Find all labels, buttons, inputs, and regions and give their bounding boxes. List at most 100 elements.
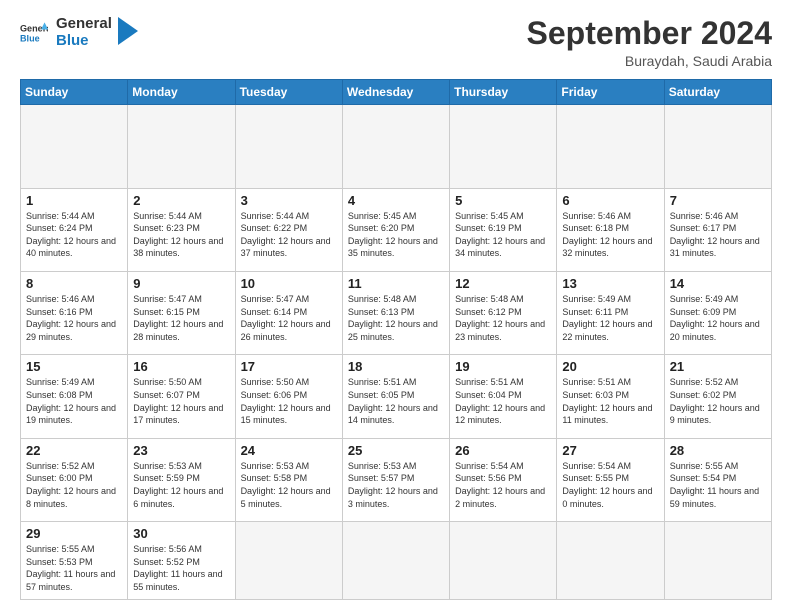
table-row (342, 105, 449, 188)
table-row: 18Sunrise: 5:51 AMSunset: 6:05 PMDayligh… (342, 355, 449, 438)
table-row: 5 Sunrise: 5:45 AMSunset: 6:19 PMDaylight… (450, 188, 557, 271)
cell-info: Sunrise: 5:50 AMSunset: 6:06 PMDaylight:… (241, 376, 337, 426)
day-number: 19 (455, 359, 551, 374)
table-row: 6 Sunrise: 5:46 AMSunset: 6:18 PMDaylight… (557, 188, 664, 271)
table-row (128, 105, 235, 188)
day-number: 22 (26, 443, 122, 458)
logo-blue: Blue (56, 33, 112, 50)
cell-info: Sunrise: 5:53 AMSunset: 5:57 PMDaylight:… (348, 460, 444, 510)
cell-info: Sunrise: 5:51 AMSunset: 6:05 PMDaylight:… (348, 376, 444, 426)
cell-info: Sunrise: 5:55 AMSunset: 5:54 PMDaylight:… (670, 460, 766, 510)
table-row: 17 Sunrise: 5:50 AMSunset: 6:06 PMDayligh… (235, 355, 342, 438)
logo: General Blue General Blue (20, 16, 138, 49)
col-friday: Friday (557, 80, 664, 105)
logo-general: General (56, 16, 112, 33)
day-number: 14 (670, 276, 766, 291)
table-row: 14 Sunrise: 5:49 AMSunset: 6:09 PMDayligh… (664, 272, 771, 355)
cell-info: Sunrise: 5:48 AMSunset: 6:12 PMDaylight:… (455, 293, 551, 343)
cell-info: Sunrise: 5:49 AMSunset: 6:09 PMDaylight:… (670, 293, 766, 343)
table-row: 26 Sunrise: 5:54 AMSunset: 5:56 PMDayligh… (450, 438, 557, 521)
cell-info: Sunrise: 5:53 AMSunset: 5:59 PMDaylight:… (133, 460, 229, 510)
table-row: 2Sunrise: 5:44 AMSunset: 6:23 PMDaylight… (128, 188, 235, 271)
col-sunday: Sunday (21, 80, 128, 105)
day-number: 9 (133, 276, 229, 291)
table-row: 23 Sunrise: 5:53 AMSunset: 5:59 PMDayligh… (128, 438, 235, 521)
cell-info: Sunrise: 5:54 AMSunset: 5:56 PMDaylight:… (455, 460, 551, 510)
table-row: 29Sunrise: 5:55 AMSunset: 5:53 PMDayligh… (21, 522, 128, 600)
table-row: 4 Sunrise: 5:45 AMSunset: 6:20 PMDaylight… (342, 188, 449, 271)
cell-info: Sunrise: 5:46 AMSunset: 6:18 PMDaylight:… (562, 210, 658, 260)
cell-info: Sunrise: 5:49 AMSunset: 6:08 PMDaylight:… (26, 376, 122, 426)
table-row: 10Sunrise: 5:47 AMSunset: 6:14 PMDayligh… (235, 272, 342, 355)
col-saturday: Saturday (664, 80, 771, 105)
cell-info: Sunrise: 5:49 AMSunset: 6:11 PMDaylight:… (562, 293, 658, 343)
table-row (664, 105, 771, 188)
cell-info: Sunrise: 5:48 AMSunset: 6:13 PMDaylight:… (348, 293, 444, 343)
cell-info: Sunrise: 5:45 AMSunset: 6:19 PMDaylight:… (455, 210, 551, 260)
table-row: 16 Sunrise: 5:50 AMSunset: 6:07 PMDayligh… (128, 355, 235, 438)
table-row: 25Sunrise: 5:53 AMSunset: 5:57 PMDayligh… (342, 438, 449, 521)
day-number: 17 (241, 359, 337, 374)
svg-text:Blue: Blue (20, 33, 40, 43)
table-row: 21 Sunrise: 5:52 AMSunset: 6:02 PMDayligh… (664, 355, 771, 438)
day-number: 6 (562, 193, 658, 208)
header: General Blue General Blue September 2024… (20, 16, 772, 69)
day-number: 4 (348, 193, 444, 208)
col-tuesday: Tuesday (235, 80, 342, 105)
day-number: 23 (133, 443, 229, 458)
day-number: 21 (670, 359, 766, 374)
day-number: 15 (26, 359, 122, 374)
day-number: 5 (455, 193, 551, 208)
cell-info: Sunrise: 5:51 AMSunset: 6:03 PMDaylight:… (562, 376, 658, 426)
table-row: 11 Sunrise: 5:48 AMSunset: 6:13 PMDayligh… (342, 272, 449, 355)
table-row: 3 Sunrise: 5:44 AMSunset: 6:22 PMDaylight… (235, 188, 342, 271)
day-number: 1 (26, 193, 122, 208)
col-monday: Monday (128, 80, 235, 105)
cell-info: Sunrise: 5:52 AMSunset: 6:02 PMDaylight:… (670, 376, 766, 426)
calendar-header-row: Sunday Monday Tuesday Wednesday Thursday… (21, 80, 772, 105)
cell-info: Sunrise: 5:44 AMSunset: 6:24 PMDaylight:… (26, 210, 122, 260)
table-row (450, 522, 557, 600)
table-row (557, 522, 664, 600)
month-title: September 2024 (527, 16, 772, 51)
table-row: 12 Sunrise: 5:48 AMSunset: 6:12 PMDayligh… (450, 272, 557, 355)
cell-info: Sunrise: 5:51 AMSunset: 6:04 PMDaylight:… (455, 376, 551, 426)
cell-info: Sunrise: 5:56 AMSunset: 5:52 PMDaylight:… (133, 543, 229, 593)
table-row: 1 Sunrise: 5:44 AMSunset: 6:24 PMDaylight… (21, 188, 128, 271)
day-number: 8 (26, 276, 122, 291)
table-row: 24Sunrise: 5:53 AMSunset: 5:58 PMDayligh… (235, 438, 342, 521)
cell-info: Sunrise: 5:55 AMSunset: 5:53 PMDaylight:… (26, 543, 122, 593)
cell-info: Sunrise: 5:52 AMSunset: 6:00 PMDaylight:… (26, 460, 122, 510)
day-number: 3 (241, 193, 337, 208)
cell-info: Sunrise: 5:53 AMSunset: 5:58 PMDaylight:… (241, 460, 337, 510)
cell-info: Sunrise: 5:44 AMSunset: 6:22 PMDaylight:… (241, 210, 337, 260)
cell-info: Sunrise: 5:47 AMSunset: 6:14 PMDaylight:… (241, 293, 337, 343)
table-row: 9 Sunrise: 5:47 AMSunset: 6:15 PMDaylight… (128, 272, 235, 355)
table-row: 22 Sunrise: 5:52 AMSunset: 6:00 PMDayligh… (21, 438, 128, 521)
day-number: 7 (670, 193, 766, 208)
cell-info: Sunrise: 5:45 AMSunset: 6:20 PMDaylight:… (348, 210, 444, 260)
day-number: 20 (562, 359, 658, 374)
day-number: 28 (670, 443, 766, 458)
day-number: 16 (133, 359, 229, 374)
table-row: 13 Sunrise: 5:49 AMSunset: 6:11 PMDayligh… (557, 272, 664, 355)
cell-info: Sunrise: 5:46 AMSunset: 6:16 PMDaylight:… (26, 293, 122, 343)
table-row: 19 Sunrise: 5:51 AMSunset: 6:04 PMDayligh… (450, 355, 557, 438)
calendar-table: Sunday Monday Tuesday Wednesday Thursday… (20, 79, 772, 600)
table-row: 15 Sunrise: 5:49 AMSunset: 6:08 PMDayligh… (21, 355, 128, 438)
day-number: 26 (455, 443, 551, 458)
day-number: 13 (562, 276, 658, 291)
page: General Blue General Blue September 2024… (0, 0, 792, 612)
table-row: 30Sunrise: 5:56 AMSunset: 5:52 PMDayligh… (128, 522, 235, 600)
cell-info: Sunrise: 5:44 AMSunset: 6:23 PMDaylight:… (133, 210, 229, 260)
table-row (664, 522, 771, 600)
col-wednesday: Wednesday (342, 80, 449, 105)
day-number: 11 (348, 276, 444, 291)
cell-info: Sunrise: 5:50 AMSunset: 6:07 PMDaylight:… (133, 376, 229, 426)
col-thursday: Thursday (450, 80, 557, 105)
table-row: 20 Sunrise: 5:51 AMSunset: 6:03 PMDayligh… (557, 355, 664, 438)
table-row (557, 105, 664, 188)
cell-info: Sunrise: 5:47 AMSunset: 6:15 PMDaylight:… (133, 293, 229, 343)
logo-icon: General Blue (20, 19, 48, 47)
day-number: 12 (455, 276, 551, 291)
